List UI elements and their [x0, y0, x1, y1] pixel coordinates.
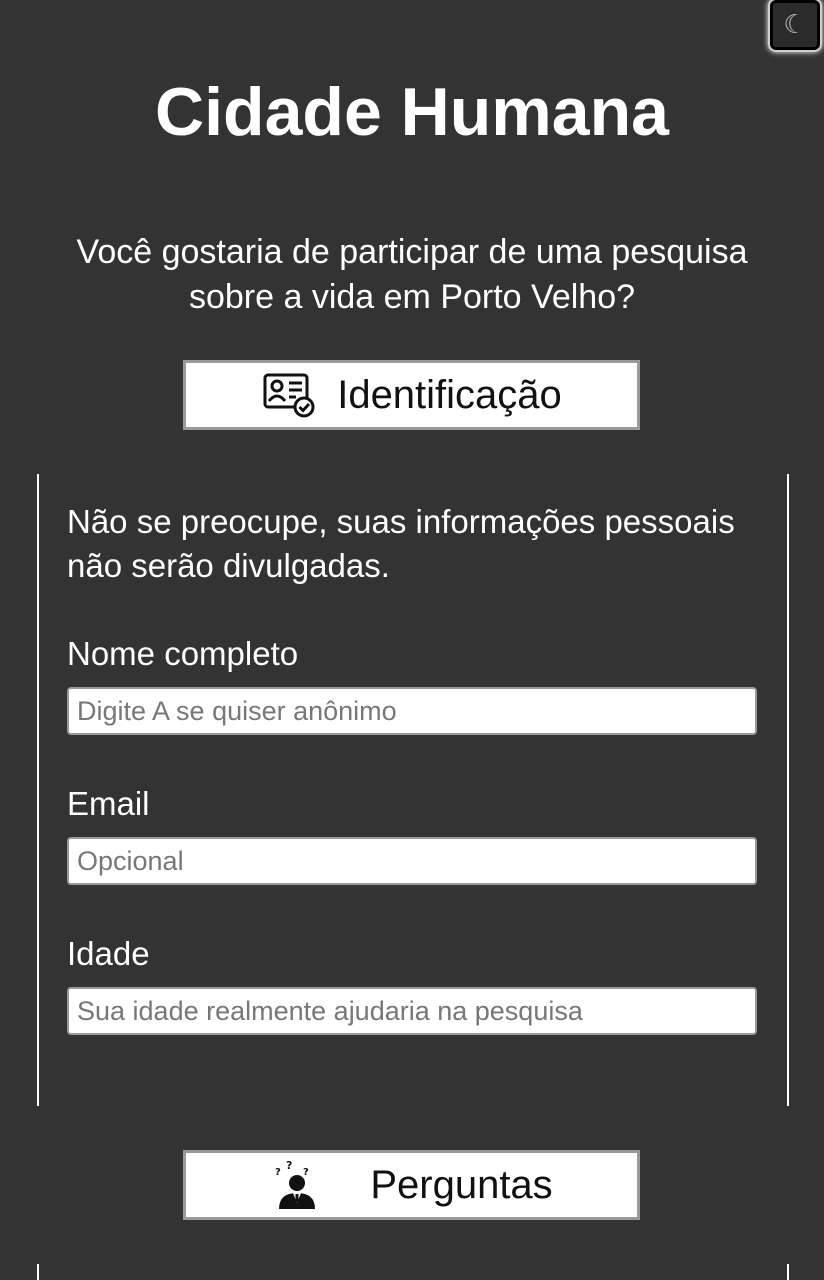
email-input[interactable]: [67, 837, 757, 885]
perguntas-button[interactable]: ? ? ? Perguntas: [183, 1150, 640, 1220]
privacy-notice: Não se preocupe, suas informações pessoa…: [67, 503, 735, 584]
identificacao-panel: Não se preocupe, suas informações pessoa…: [37, 474, 789, 1106]
age-input[interactable]: [67, 987, 757, 1035]
perguntas-button-label: Perguntas: [370, 1162, 553, 1207]
age-label: Idade: [67, 935, 150, 972]
id-card-check-icon: [261, 370, 317, 420]
identificacao-button-label: Identificação: [337, 372, 562, 417]
theme-toggle-button[interactable]: ☾: [770, 0, 820, 50]
svg-text:?: ?: [286, 1159, 292, 1172]
svg-text:?: ?: [303, 1167, 309, 1178]
page-title: Cidade Humana: [155, 74, 669, 150]
svg-text:?: ?: [275, 1167, 281, 1178]
moon-icon: ☾: [783, 10, 807, 40]
confused-person-icon: ? ? ?: [270, 1159, 326, 1210]
name-input[interactable]: [67, 687, 757, 735]
perguntas-panel: [37, 1264, 789, 1280]
intro-question: Você gostaria de participar de uma pesqu…: [76, 233, 748, 316]
identificacao-button[interactable]: Identificação: [183, 360, 640, 430]
name-label: Nome completo: [67, 635, 299, 672]
email-label: Email: [67, 785, 150, 822]
